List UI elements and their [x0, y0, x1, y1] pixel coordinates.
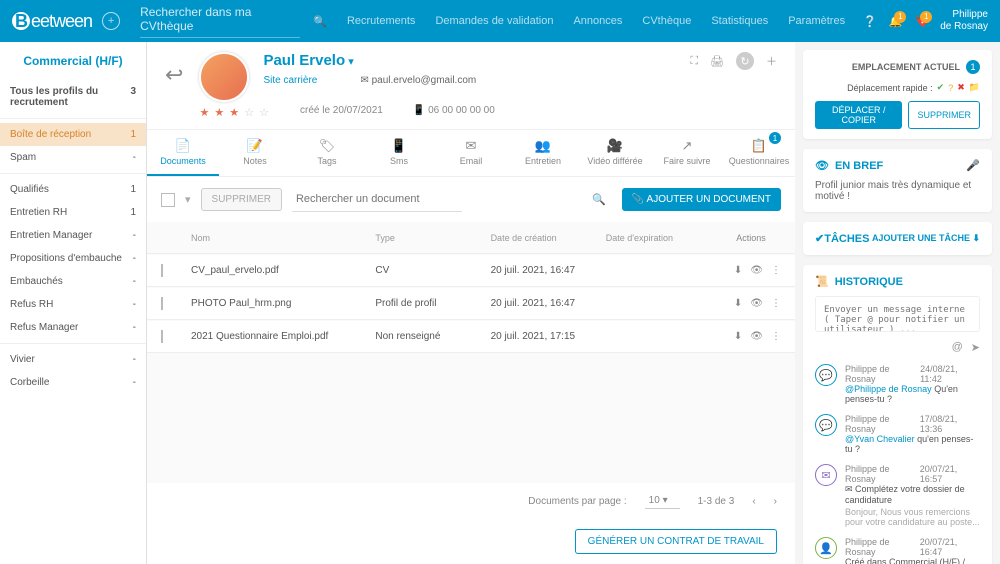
more-icon[interactable]: ⋮	[771, 331, 781, 342]
search-icon[interactable]: 🔍	[592, 193, 606, 206]
candidate-email[interactable]: ✉ paul.ervelo@gmail.com	[360, 75, 476, 86]
add-icon[interactable]: ＋	[766, 53, 777, 69]
sidebar-title[interactable]: Commercial (H/F)	[0, 42, 146, 80]
nav-demandes de validation[interactable]: Demandes de validation	[435, 15, 553, 27]
main-nav: Recrutements Demandes de validation Annonc…	[347, 15, 845, 27]
site-link[interactable]: Site carrière	[263, 75, 317, 86]
sidebar-item[interactable]: Propositions d'embauche-	[0, 247, 146, 270]
emp-title: EMPLACEMENT ACTUEL	[852, 62, 960, 72]
history-item: 💬Philippe de Rosnay17/08/21, 13:36@Yvan …	[815, 414, 980, 454]
quick-maybe-icon[interactable]: ?	[948, 83, 953, 93]
table-row: CV_paul_ervelo.pdfCV20 juil. 2021, 16:47…	[147, 255, 795, 287]
quick-folder-icon[interactable]: 📁	[969, 82, 980, 93]
tab-sms[interactable]: 📱Sms	[363, 130, 435, 176]
sidebar-item[interactable]: Refus Manager-	[0, 316, 146, 339]
document-search-input[interactable]	[292, 187, 462, 212]
view-icon[interactable]: 👁	[750, 331, 763, 342]
user-menu[interactable]: Philippede Rosnay	[940, 9, 988, 33]
brief-text: Profil junior mais très dynamique et mot…	[815, 180, 980, 202]
delete-button[interactable]: SUPPRIMER	[201, 188, 282, 211]
global-search[interactable]: Rechercher dans ma CVthèque	[140, 5, 300, 38]
sidebar-item[interactable]: Refus RH-	[0, 293, 146, 316]
expand-icon[interactable]: ⛶	[690, 55, 698, 68]
send-icon[interactable]: ➤	[971, 341, 980, 354]
new-icon[interactable]: +	[102, 12, 120, 30]
sidebar-item[interactable]: Qualifiés1	[0, 178, 146, 201]
quick-yes-icon[interactable]: ✔	[937, 82, 945, 93]
back-icon[interactable]: ↩	[165, 62, 183, 88]
sidebar-item[interactable]: Tous les profils du recrutement3	[0, 80, 146, 114]
logo[interactable]: Beetween	[12, 11, 92, 32]
tab-vidéo différée[interactable]: 🎥Vidéo différée	[579, 130, 651, 176]
nav-cvthèque[interactable]: CVthèque	[642, 15, 691, 27]
sidebar: Commercial (H/F) Tous les profils du rec…	[0, 42, 147, 564]
table-row: 2021 Questionnaire Emploi.pdfNon renseig…	[147, 321, 795, 353]
prev-page[interactable]: ‹	[752, 496, 755, 507]
nav-paramètres[interactable]: Paramètres	[788, 15, 845, 27]
more-icon[interactable]: ⋮	[771, 265, 781, 276]
delete-right-button[interactable]: SUPPRIMER	[908, 101, 980, 129]
nav-recrutements[interactable]: Recrutements	[347, 15, 415, 27]
table-header: Nom Type Date de création Date d'expirat…	[147, 223, 795, 254]
add-document-button[interactable]: 📎 AJOUTER UN DOCUMENT	[622, 188, 781, 211]
avatar	[199, 52, 249, 102]
task-icon: ✔	[815, 232, 824, 245]
candidate-name[interactable]: Paul Ervelo	[263, 52, 345, 69]
generate-contract-button[interactable]: GÉNÉRER UN CONTRAT DE TRAVAIL	[575, 529, 777, 554]
row-checkbox[interactable]	[161, 330, 163, 343]
next-page[interactable]: ›	[774, 496, 777, 507]
mic-icon[interactable]: 🎤	[966, 159, 980, 172]
mention-icon[interactable]: @	[952, 341, 963, 354]
per-page-select[interactable]: 10 ▾	[645, 493, 680, 509]
brief-icon: 👁	[815, 159, 829, 172]
tab-entretien[interactable]: 👥Entretien	[507, 130, 579, 176]
sidebar-item[interactable]: Vivier-	[0, 348, 146, 371]
download-icon[interactable]: ⬇	[734, 265, 742, 276]
sidebar-item[interactable]: Spam-	[0, 146, 146, 169]
pagination: Documents par page : 10 ▾ 1-3 de 3 ‹ ›	[147, 483, 795, 519]
candidate-phone[interactable]: 📱 06 00 00 00 00	[413, 105, 495, 116]
tab-documents[interactable]: 📄Documents	[147, 130, 219, 176]
tab-faire suivre[interactable]: ↗Faire suivre	[651, 130, 723, 176]
tab-tags[interactable]: 🏷Tags	[291, 130, 363, 176]
search-icon[interactable]: 🔍	[313, 15, 327, 28]
created-date: créé le 20/07/2021	[300, 105, 383, 116]
more-icon[interactable]: ⋮	[771, 298, 781, 309]
download-icon[interactable]: ⬇	[734, 331, 742, 342]
view-icon[interactable]: 👁	[750, 298, 763, 309]
select-all-checkbox[interactable]	[161, 193, 175, 207]
notif-bell-icon[interactable]: 🔔1	[889, 15, 903, 28]
sidebar-item[interactable]: Corbeille-	[0, 371, 146, 394]
row-checkbox[interactable]	[161, 264, 163, 277]
tab-notes[interactable]: 📝Notes	[219, 130, 291, 176]
view-icon[interactable]: 👁	[750, 265, 763, 276]
sidebar-item[interactable]: Embauchés-	[0, 270, 146, 293]
notif-flag-icon[interactable]: 🔖1	[914, 15, 928, 28]
merge-icon[interactable]: ↻	[736, 52, 754, 70]
table-row: PHOTO Paul_hrm.pngProfil de profil20 jui…	[147, 288, 795, 320]
history-item: ✉Philippe de Rosnay20/07/21, 16:57✉ Comp…	[815, 464, 980, 527]
tab-email[interactable]: ✉Email	[435, 130, 507, 176]
rating[interactable]: ★ ★ ★ ☆ ☆	[199, 106, 270, 119]
sidebar-item[interactable]: Entretien Manager-	[0, 224, 146, 247]
history-icon: 📜	[815, 275, 829, 288]
add-task-button[interactable]: AJOUTER UNE TÂCHE ⬇	[872, 233, 980, 244]
nav-annonces[interactable]: Annonces	[573, 15, 622, 27]
move-copy-button[interactable]: DÉPLACER / COPIER	[815, 101, 902, 129]
history-item: 👤Philippe de Rosnay20/07/21, 16:47Créé d…	[815, 537, 980, 564]
sidebar-item[interactable]: Boîte de réception1	[0, 123, 146, 146]
history-item: 💬Philippe de Rosnay24/08/21, 11:42@Phili…	[815, 364, 980, 404]
history-message-input[interactable]	[815, 296, 980, 332]
nav-statistiques[interactable]: Statistiques	[711, 15, 768, 27]
row-checkbox[interactable]	[161, 297, 163, 310]
help-icon[interactable]: ❔	[863, 15, 877, 28]
sidebar-item[interactable]: Entretien RH1	[0, 201, 146, 224]
download-icon[interactable]: ⬇	[734, 298, 742, 309]
print-icon[interactable]: 🖨	[710, 55, 724, 68]
tab-questionnaires[interactable]: 📋Questionnaires1	[723, 130, 795, 176]
quick-no-icon[interactable]: ✖	[957, 82, 965, 93]
